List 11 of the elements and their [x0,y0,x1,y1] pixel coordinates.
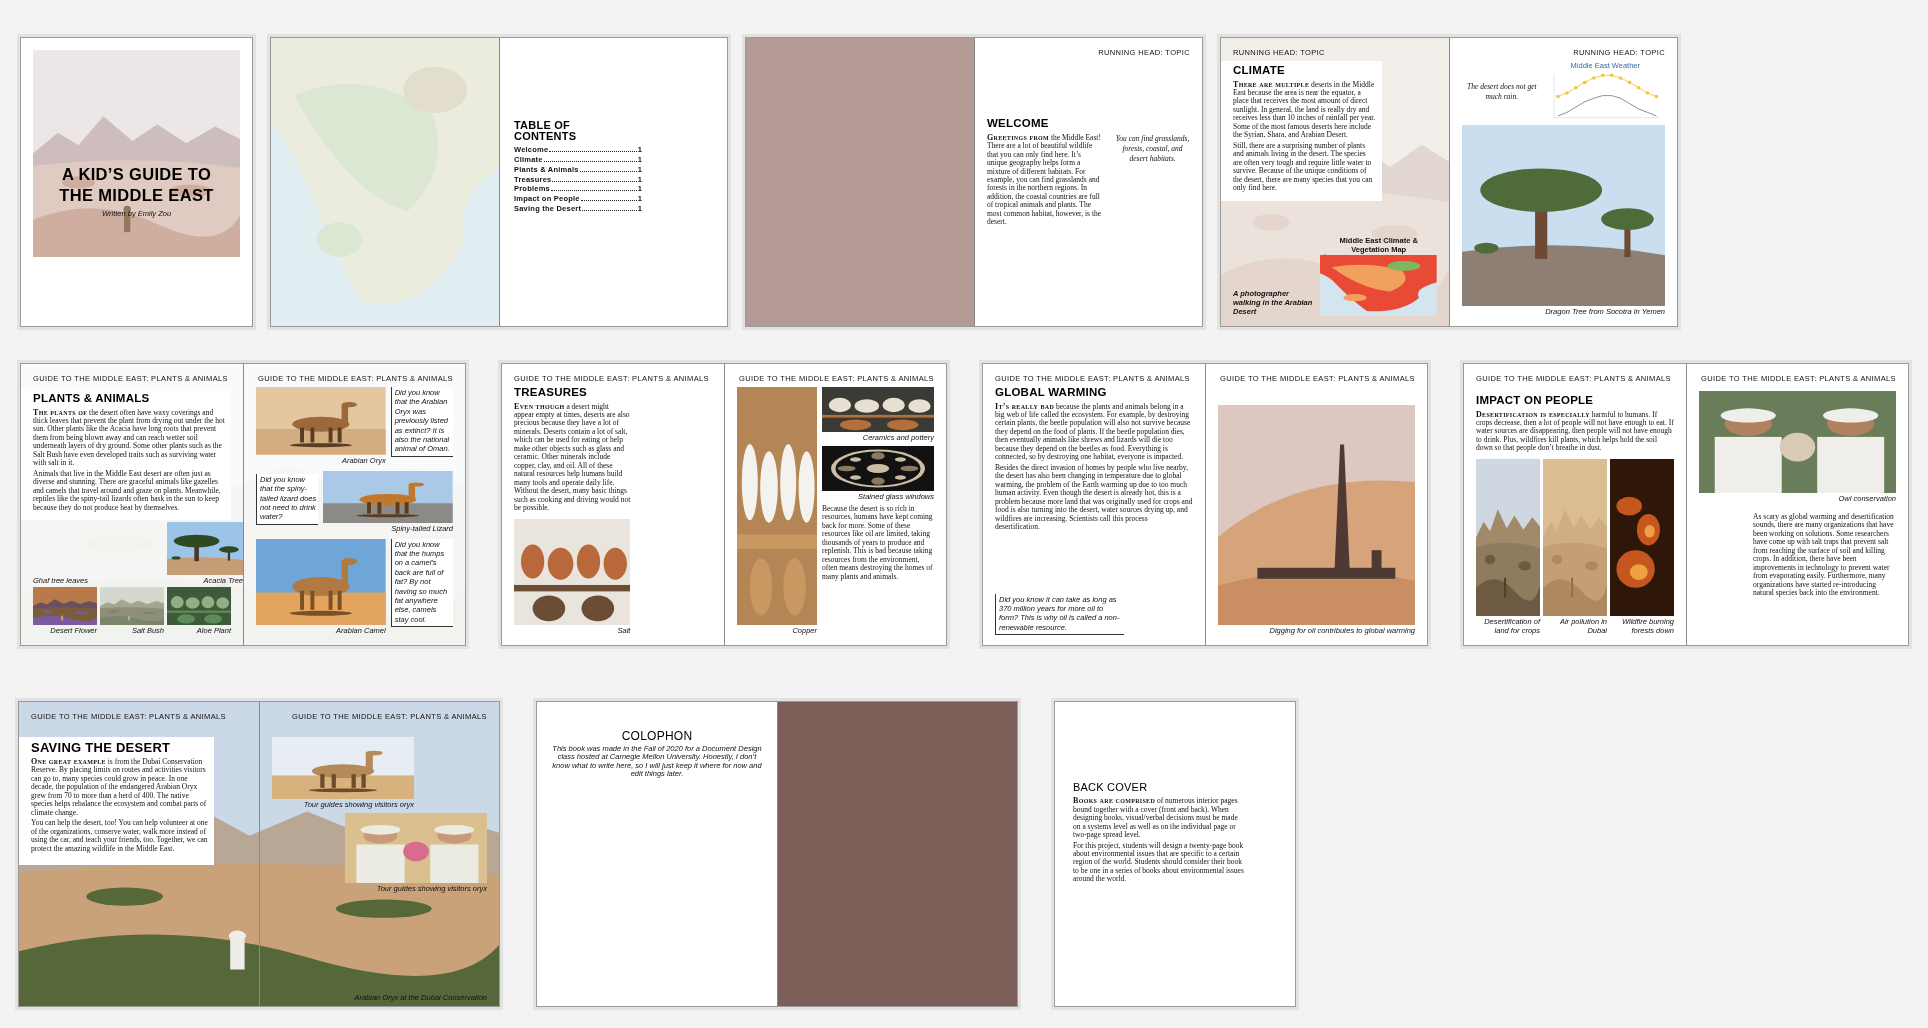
heading: GLOBAL WARMING [995,387,1108,399]
heading: IMPACT ON PEOPLE [1476,395,1595,407]
heading: CLIMATE [1233,65,1286,77]
heading: TREASURES [514,387,588,399]
heading: BACK COVER [1073,782,1149,794]
heading: SAVING THE DESERT [31,741,172,754]
heading: WELCOME [987,118,1050,130]
heading: TABLE OF CONTENTS [514,120,578,142]
heading: A KID’S GUIDE TO THE MIDDLE EAST [58,164,215,206]
heading: COLOPHON [620,730,694,742]
heading: PLANTS & ANIMALS [33,393,151,405]
